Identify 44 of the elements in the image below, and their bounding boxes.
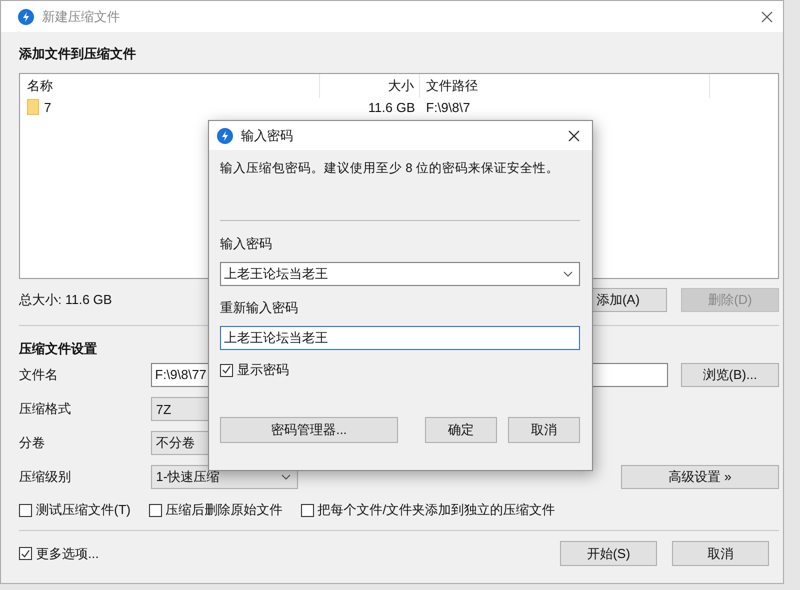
close-icon[interactable] <box>568 130 580 142</box>
field-label: 输入密码 <box>220 235 273 253</box>
dialog-title: 输入密码 <box>241 126 293 144</box>
folder-icon <box>27 99 39 115</box>
file-size: 11.6 GB <box>367 100 416 114</box>
field-button[interactable]: 浏览(B)... <box>681 363 779 387</box>
file-name[interactable]: 7 <box>44 100 52 114</box>
section-title: 压缩文件设置 <box>19 340 98 358</box>
confirm-password-field[interactable]: 上老王论坛当老王 <box>220 326 580 350</box>
total-size: 总大小: 11.6 GB <box>19 291 112 309</box>
checkbox-label[interactable]: 显示密码 <box>237 361 289 379</box>
close-icon[interactable] <box>761 10 773 22</box>
field-label: 重新输入密码 <box>220 299 299 317</box>
app-icon <box>217 128 233 144</box>
dialog-button[interactable]: 开始(S) <box>560 541 657 566</box>
checkbox[interactable] <box>19 504 32 516</box>
app-icon <box>18 8 34 24</box>
checkbox-label[interactable]: 更多选项... <box>36 544 99 562</box>
checkbox[interactable] <box>300 504 314 516</box>
field-label: 压缩格式 <box>19 400 72 418</box>
field-label: 文件名 <box>19 366 59 384</box>
field-button[interactable]: 高级设置 » <box>621 465 779 489</box>
dialog-button[interactable]: 确定 <box>425 417 497 443</box>
caret-icon <box>563 271 573 277</box>
file-path: F:\9\8\7 <box>425 100 472 114</box>
checkbox-label[interactable]: 压缩后删除原始文件 <box>166 501 283 519</box>
password-field[interactable]: 上老王论坛当老王 <box>220 262 580 286</box>
checkbox[interactable] <box>148 504 162 516</box>
field-label: 压缩级别 <box>19 468 72 486</box>
checkbox-label[interactable]: 测试压缩文件(T) <box>36 501 131 519</box>
checkbox-label[interactable]: 把每个文件/文件夹添加到独立的压缩文件 <box>318 501 556 519</box>
window-title: 新建压缩文件 <box>42 8 120 26</box>
column-header[interactable]: 文件路径 <box>420 74 710 98</box>
checkbox[interactable] <box>19 547 32 560</box>
field-label: 分卷 <box>19 434 46 452</box>
dialog-button[interactable]: 取消 <box>508 417 580 443</box>
column-header[interactable]: 大小 <box>320 74 420 98</box>
section-title: 添加文件到压缩文件 <box>19 45 137 63</box>
password-manager-button[interactable]: 密码管理器... <box>220 417 398 443</box>
dialog-message: 输入压缩包密码。建议使用至少 8 位的密码来保证安全性。 <box>220 160 560 177</box>
caret-icon <box>281 474 291 480</box>
column-header[interactable]: 名称 <box>20 74 320 98</box>
dialog-button[interactable]: 取消 <box>672 541 769 566</box>
checkbox[interactable] <box>220 364 233 376</box>
